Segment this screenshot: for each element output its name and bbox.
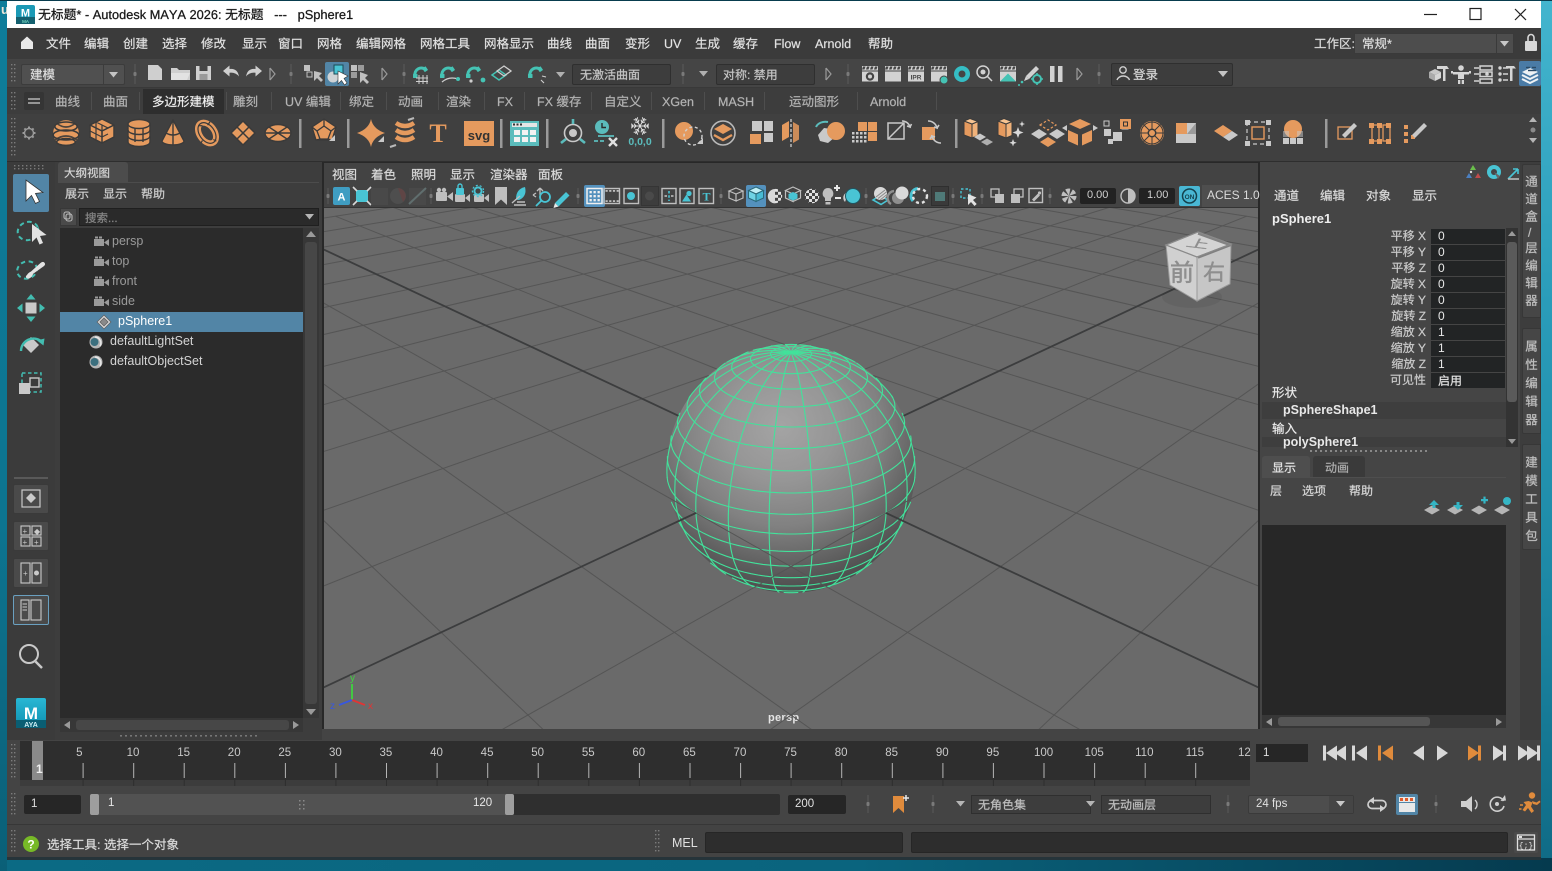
svg-text:svg: svg <box>468 128 490 143</box>
svg-text:x: x <box>368 701 373 712</box>
svg-text:ON: ON <box>1185 194 1195 201</box>
svg-text:◆: ◆ <box>34 527 41 536</box>
svg-text:+: + <box>34 538 39 547</box>
svg-text:+: + <box>23 538 28 547</box>
svg-text:+: + <box>23 569 28 578</box>
svg-text:y: y <box>350 673 355 684</box>
svg-text:AYA: AYA <box>24 722 38 729</box>
svg-text:?: ? <box>27 838 34 852</box>
svg-text:z: z <box>330 701 335 712</box>
svg-text:IPR: IPR <box>911 75 922 82</box>
svg-text:MA: MA <box>22 19 29 24</box>
svg-text:M: M <box>21 8 30 20</box>
svg-text:{;}: {;} <box>1519 842 1533 851</box>
svg-text:T: T <box>429 119 446 148</box>
svg-text:+: + <box>23 527 28 536</box>
svg-text:A: A <box>338 192 346 204</box>
svg-text:T: T <box>702 190 710 204</box>
svg-text:0,0,0: 0,0,0 <box>628 136 652 148</box>
